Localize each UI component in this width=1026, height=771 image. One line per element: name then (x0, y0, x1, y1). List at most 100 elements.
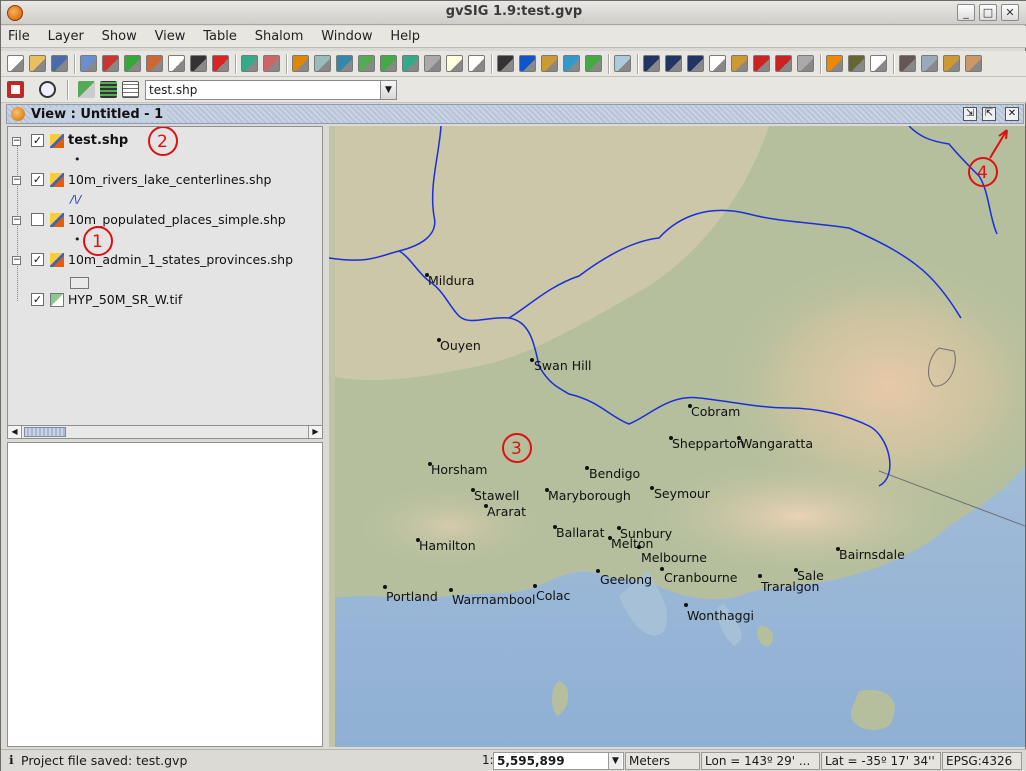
city-label: Maryborough (548, 488, 631, 503)
pan-hand-icon[interactable] (446, 55, 463, 72)
menu-table[interactable]: Table (196, 26, 244, 44)
map-svg[interactable]: Mildura Ouyen Swan Hill Cobram SheppartonWan… (329, 126, 1025, 747)
print-preview-icon[interactable] (921, 55, 938, 72)
close-view-icon[interactable]: ✕ (1005, 107, 1019, 121)
menu-view[interactable]: View (148, 26, 193, 44)
invert-selection-icon[interactable] (731, 55, 748, 72)
minimize-view-icon[interactable]: ⇲ (963, 107, 977, 121)
select-circle-icon[interactable] (775, 55, 792, 72)
toc-horizontal-scrollbar[interactable]: ◀ ▶ (7, 425, 323, 439)
zoom-in-icon[interactable] (292, 55, 309, 72)
layers-icon[interactable] (100, 81, 117, 98)
tools-icon[interactable] (899, 55, 916, 72)
save-icon[interactable] (51, 55, 68, 72)
select-box-icon[interactable] (665, 55, 682, 72)
comment-icon[interactable] (614, 55, 631, 72)
filter-icon[interactable] (826, 55, 843, 72)
toc-annotations: 2 1 (83, 127, 178, 256)
find-icon[interactable] (943, 55, 960, 72)
view-title: View : Untitled - 1 (31, 107, 168, 122)
refresh-icon[interactable] (78, 81, 95, 98)
network-icon[interactable] (263, 55, 280, 72)
city-label: Swan Hill (534, 358, 592, 373)
minimize-button[interactable]: _ (957, 4, 975, 21)
map-canvas[interactable]: Mildura Ouyen Swan Hill Cobram Shepparton Wan… (329, 126, 1025, 747)
locate-icon[interactable] (585, 55, 602, 72)
annotation-3: 3 (511, 439, 522, 459)
city-label: Colac (536, 588, 571, 603)
layer-select-value: test.shp (149, 83, 198, 97)
menu-bar: File Layer Show View Table Shalom Window… (1, 26, 1026, 48)
chevron-down-icon[interactable]: ▼ (380, 81, 396, 99)
layer-tools-icon[interactable] (124, 55, 141, 72)
menu-layer[interactable]: Layer (41, 26, 91, 44)
select-polygon-icon[interactable] (687, 55, 704, 72)
zoom-previous-icon[interactable] (402, 55, 419, 72)
status-message: Project file saved: test.gvp (21, 753, 188, 768)
menu-shalom[interactable]: Shalom (248, 26, 311, 44)
menu-file[interactable]: File (1, 26, 37, 44)
open-folder-icon[interactable] (29, 55, 46, 72)
menu-window[interactable]: Window (314, 26, 379, 44)
flinders-island (850, 690, 895, 731)
full-extent-icon[interactable] (380, 55, 397, 72)
scroll-right-icon[interactable]: ▶ (308, 426, 322, 438)
city-label: Cranbourne (664, 570, 738, 585)
city-label: Wonthaggi (687, 608, 754, 623)
city-point (637, 545, 641, 549)
secondary-toolbar: test.shp ▼ (1, 77, 1026, 103)
area-icon[interactable] (563, 55, 580, 72)
view-icon (11, 107, 25, 121)
edit-table-icon[interactable] (965, 55, 982, 72)
zoom-layer-icon[interactable] (39, 81, 56, 98)
layers-stack-icon[interactable] (358, 55, 375, 72)
scroll-left-icon[interactable]: ◀ (8, 426, 22, 438)
info-tool-icon[interactable] (497, 55, 514, 72)
scroll-thumb[interactable] (24, 427, 66, 437)
select-buffer-icon[interactable] (797, 55, 814, 72)
restore-view-icon[interactable]: ⇱ (982, 107, 996, 121)
scale-input[interactable]: 5,595,899 ▼ (493, 752, 624, 770)
city-label: Seymour (654, 486, 711, 501)
attribute-table-icon[interactable] (122, 81, 139, 98)
main-toolbar (1, 51, 1026, 77)
city-label: Wangaratta (740, 436, 813, 451)
grid-icon[interactable] (870, 55, 887, 72)
zoom-out-icon[interactable] (336, 55, 353, 72)
menu-help[interactable]: Help (383, 26, 427, 44)
full-extent-icon[interactable] (7, 81, 24, 98)
zoom-window-icon[interactable] (314, 55, 331, 72)
select-pointer-icon[interactable] (643, 55, 660, 72)
chevron-down-icon[interactable]: ▼ (608, 753, 622, 769)
close-button[interactable]: ✕ (1001, 4, 1019, 21)
target-icon[interactable] (212, 55, 229, 72)
new-file-icon[interactable] (7, 55, 24, 72)
measure-icon[interactable] (541, 55, 558, 72)
hand-icon[interactable] (468, 55, 485, 72)
table-icon[interactable] (848, 55, 865, 72)
annotation-1: 1 (92, 232, 103, 252)
clear-selection-icon[interactable] (753, 55, 770, 72)
geoprocess-icon[interactable] (241, 55, 258, 72)
menu-show[interactable]: Show (95, 26, 144, 44)
add-layer-icon[interactable] (80, 55, 97, 72)
locator-overview-panel[interactable] (7, 442, 323, 747)
city-label: Melton (611, 536, 653, 551)
city-label: Cobram (691, 404, 740, 419)
information-icon[interactable] (519, 55, 536, 72)
annotation-2: 2 (157, 132, 168, 152)
maximize-button[interactable]: □ (979, 4, 997, 21)
remove-layer-icon[interactable] (102, 55, 119, 72)
zoom-select-icon[interactable] (424, 55, 441, 72)
status-bar: ℹ Project file saved: test.gvp 1: 5,595,… (1, 749, 1026, 771)
city-label: Bendigo (589, 466, 640, 481)
raster-icon[interactable] (190, 55, 207, 72)
view-frame-header[interactable]: View : Untitled - 1 ⇲ ⇱ ✕ (6, 104, 1024, 124)
select-by-layer-icon[interactable] (709, 55, 726, 72)
scale-value: 5,595,899 (497, 754, 565, 768)
notes-icon[interactable] (168, 55, 185, 72)
city-label: Portland (386, 589, 438, 604)
layer-select[interactable]: test.shp ▼ (145, 80, 397, 100)
city-point (758, 574, 762, 578)
edit-icon[interactable] (146, 55, 163, 72)
